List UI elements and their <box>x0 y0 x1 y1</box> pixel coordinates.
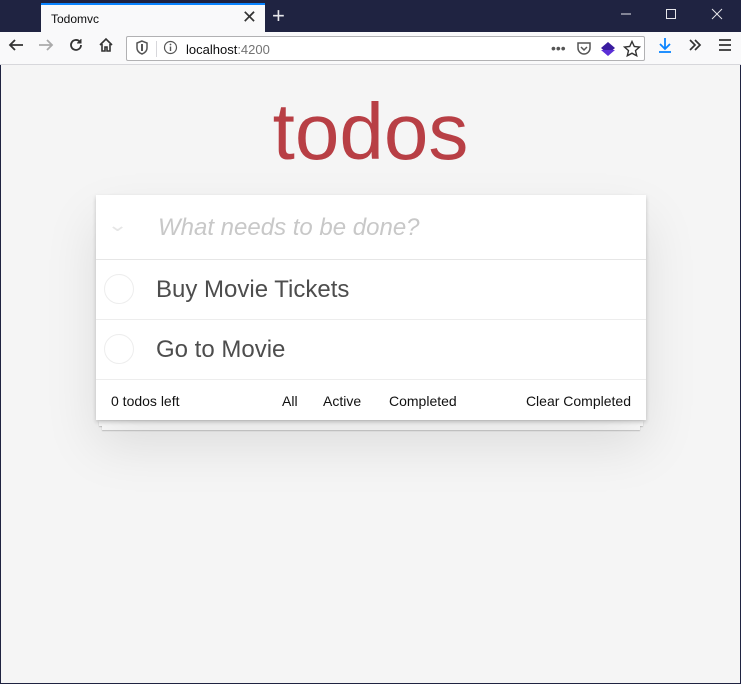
todo-item: Go to Movie <box>96 320 646 380</box>
todo-app: ⌄ Buy Movie Tickets Go to Movie 0 todos … <box>96 195 646 420</box>
url-divider <box>156 41 157 57</box>
url-text[interactable]: localhost:4200 <box>186 42 270 57</box>
close-window-button[interactable] <box>694 0 740 32</box>
new-tab-button[interactable]: + <box>272 3 285 29</box>
back-button[interactable] <box>4 36 28 60</box>
menu-button[interactable] <box>713 36 737 60</box>
double-chevron-icon <box>689 39 702 51</box>
new-todo-input[interactable] <box>156 209 630 247</box>
home-icon <box>99 37 113 52</box>
todo-count: 0 todos left <box>111 393 180 409</box>
pocket-icon[interactable] <box>576 40 592 59</box>
stack-layer-2 <box>102 425 640 430</box>
overflow-button[interactable] <box>683 36 707 60</box>
todo-item: Buy Movie Tickets <box>96 260 646 320</box>
filter-active[interactable]: Active <box>323 393 361 409</box>
home-button[interactable] <box>94 36 118 60</box>
shield-icon[interactable] <box>135 40 149 59</box>
browser-tab[interactable]: Todomvc ✕ <box>41 3 265 32</box>
maximize-button[interactable] <box>648 0 694 32</box>
url-bar[interactable]: localhost:4200 ••• <box>126 36 645 61</box>
arrow-right-icon <box>39 39 54 51</box>
todo-label[interactable]: Go to Movie <box>156 336 285 364</box>
bookmark-star-icon[interactable] <box>622 39 642 61</box>
tab-close-icon[interactable]: ✕ <box>242 7 257 27</box>
url-host: localhost <box>186 42 238 57</box>
minimize-button[interactable] <box>603 0 649 32</box>
page-content: todos ⌄ Buy Movie Tickets Go to Movie 0 … <box>1 65 740 683</box>
tab-title: Todomvc <box>51 12 100 26</box>
todo-footer: 0 todos left All Active Completed Clear … <box>96 380 646 420</box>
page-actions-icon[interactable]: ••• <box>551 40 566 56</box>
url-port: :4200 <box>237 42 270 57</box>
clear-completed-button[interactable]: Clear Completed <box>526 393 631 409</box>
todo-toggle-checkbox[interactable] <box>104 274 134 304</box>
todo-toggle-checkbox[interactable] <box>104 334 134 364</box>
browser-titlebar: Todomvc ✕ + <box>0 0 741 32</box>
todo-label[interactable]: Buy Movie Tickets <box>156 276 349 304</box>
reload-icon <box>70 39 82 51</box>
app-title: todos <box>272 87 469 176</box>
info-icon[interactable] <box>163 40 178 58</box>
filter-all[interactable]: All <box>282 393 298 409</box>
download-icon <box>659 38 671 53</box>
downloads-button[interactable] <box>653 36 677 60</box>
toggle-all-chevron-icon[interactable]: ⌄ <box>107 215 128 236</box>
arrow-left-icon <box>8 39 23 51</box>
extension-layers-icon[interactable] <box>599 40 617 61</box>
maximize-icon <box>666 9 676 19</box>
minimize-icon <box>621 13 631 15</box>
browser-toolbar: localhost:4200 ••• <box>0 32 741 65</box>
filter-completed[interactable]: Completed <box>389 393 457 409</box>
new-todo-row: ⌄ <box>96 195 646 260</box>
forward-button[interactable] <box>34 36 58 60</box>
hamburger-icon <box>719 39 731 51</box>
close-icon <box>711 8 723 20</box>
reload-button[interactable] <box>64 36 88 60</box>
